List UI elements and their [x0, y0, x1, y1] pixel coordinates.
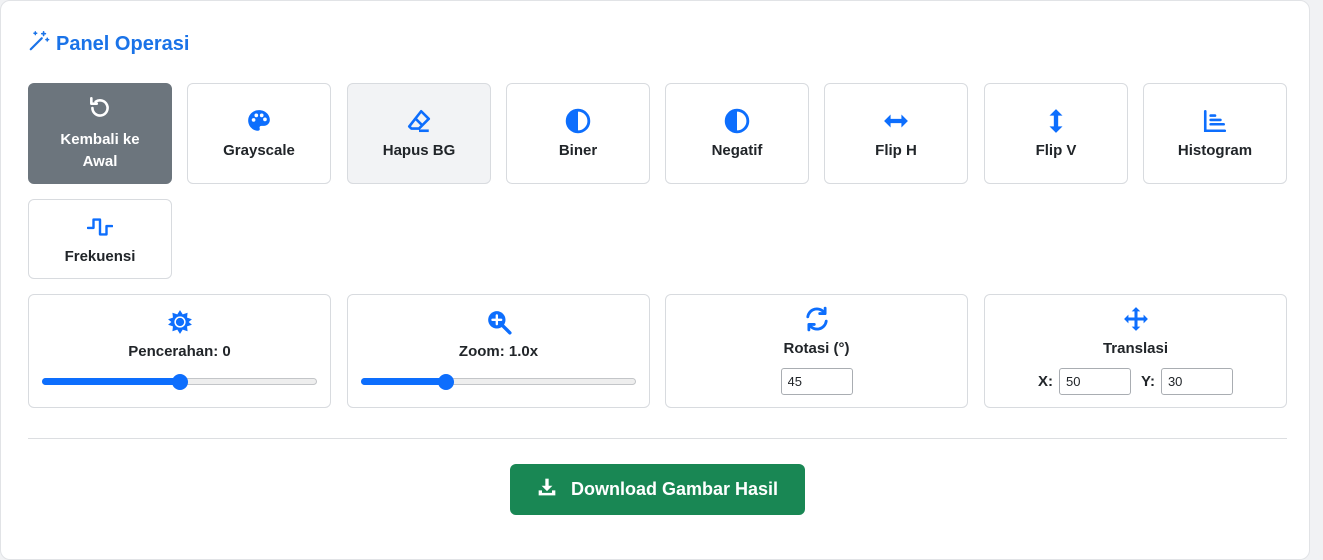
wave-square-icon: [87, 214, 113, 240]
translate-y-input[interactable]: [1160, 368, 1233, 395]
undo-icon: [87, 95, 113, 121]
palette-icon: [246, 108, 272, 134]
grayscale-button-label: Grayscale: [223, 142, 295, 159]
download-button[interactable]: Download Gambar Hasil: [510, 464, 805, 515]
frequency-button[interactable]: Frekuensi: [28, 199, 172, 279]
panel-title-text: Panel Operasi: [56, 32, 190, 55]
flip-h-button-label: Flip H: [875, 142, 917, 159]
translate-y-label: Y:: [1141, 373, 1155, 390]
translate-x-input[interactable]: [1059, 368, 1132, 395]
remove-bg-button[interactable]: Hapus BG: [347, 83, 491, 184]
flip-h-button[interactable]: Flip H: [824, 83, 968, 184]
flip-v-button-label: Flip V: [1035, 142, 1077, 159]
translation-control: Translasi X: Y:: [984, 294, 1287, 408]
half-circle-icon: [724, 108, 750, 134]
rotation-control: Rotasi (°): [665, 294, 968, 408]
rotate-icon: [666, 306, 967, 332]
panel-title: Panel Operasi: [28, 30, 189, 58]
binary-button-label: Biner: [558, 142, 598, 159]
zoom-control: Zoom: 1.0x: [347, 294, 650, 408]
download-button-label: Download Gambar Hasil: [570, 479, 779, 499]
sun-icon: [29, 309, 330, 335]
divider: [28, 438, 1287, 439]
binary-button[interactable]: Biner: [506, 83, 650, 184]
remove-bg-button-label: Hapus BG: [382, 142, 456, 159]
flip-v-button[interactable]: Flip V: [984, 83, 1128, 184]
slider-fill: [42, 378, 180, 385]
move-arrows-icon: [985, 306, 1286, 332]
brightness-slider[interactable]: [42, 374, 317, 390]
zoom-slider[interactable]: [361, 374, 636, 390]
rotation-input[interactable]: [780, 368, 853, 395]
negative-button[interactable]: Negatif: [665, 83, 809, 184]
arrows-vertical-icon: [1043, 108, 1069, 134]
reset-button-label: Kembali ke Awal: [60, 130, 140, 170]
translate-x-label: X:: [1038, 373, 1054, 390]
rotation-input-row: [666, 368, 967, 395]
zoom-in-icon: [348, 309, 649, 335]
histogram-button[interactable]: Histogram: [1143, 83, 1287, 184]
translation-input-row: X: Y:: [985, 368, 1286, 395]
zoom-label: Zoom: 1.0x: [458, 343, 539, 360]
slider-thumb[interactable]: [171, 374, 188, 390]
slider-thumb[interactable]: [438, 374, 455, 390]
chart-bars-icon: [1202, 108, 1228, 134]
negative-button-label: Negatif: [711, 142, 763, 159]
translation-label: Translasi: [1102, 340, 1169, 357]
brightness-control: Pencerahan: 0: [28, 294, 331, 408]
half-circle-icon: [565, 108, 591, 134]
operation-panel: Panel Operasi Kembali ke Awal Grayscale: [0, 0, 1310, 560]
rotation-label: Rotasi (°): [783, 340, 850, 357]
histogram-button-label: Histogram: [1177, 142, 1253, 159]
slider-fill: [361, 378, 447, 385]
brightness-label: Pencerahan: 0: [128, 343, 231, 360]
magic-wand-icon: [28, 30, 50, 58]
eraser-icon: [406, 108, 432, 134]
download-icon: [537, 477, 557, 502]
frequency-button-label: Frekuensi: [64, 247, 136, 265]
arrows-horizontal-icon: [883, 108, 909, 134]
grayscale-button[interactable]: Grayscale: [187, 83, 331, 184]
reset-button[interactable]: Kembali ke Awal: [28, 83, 172, 184]
